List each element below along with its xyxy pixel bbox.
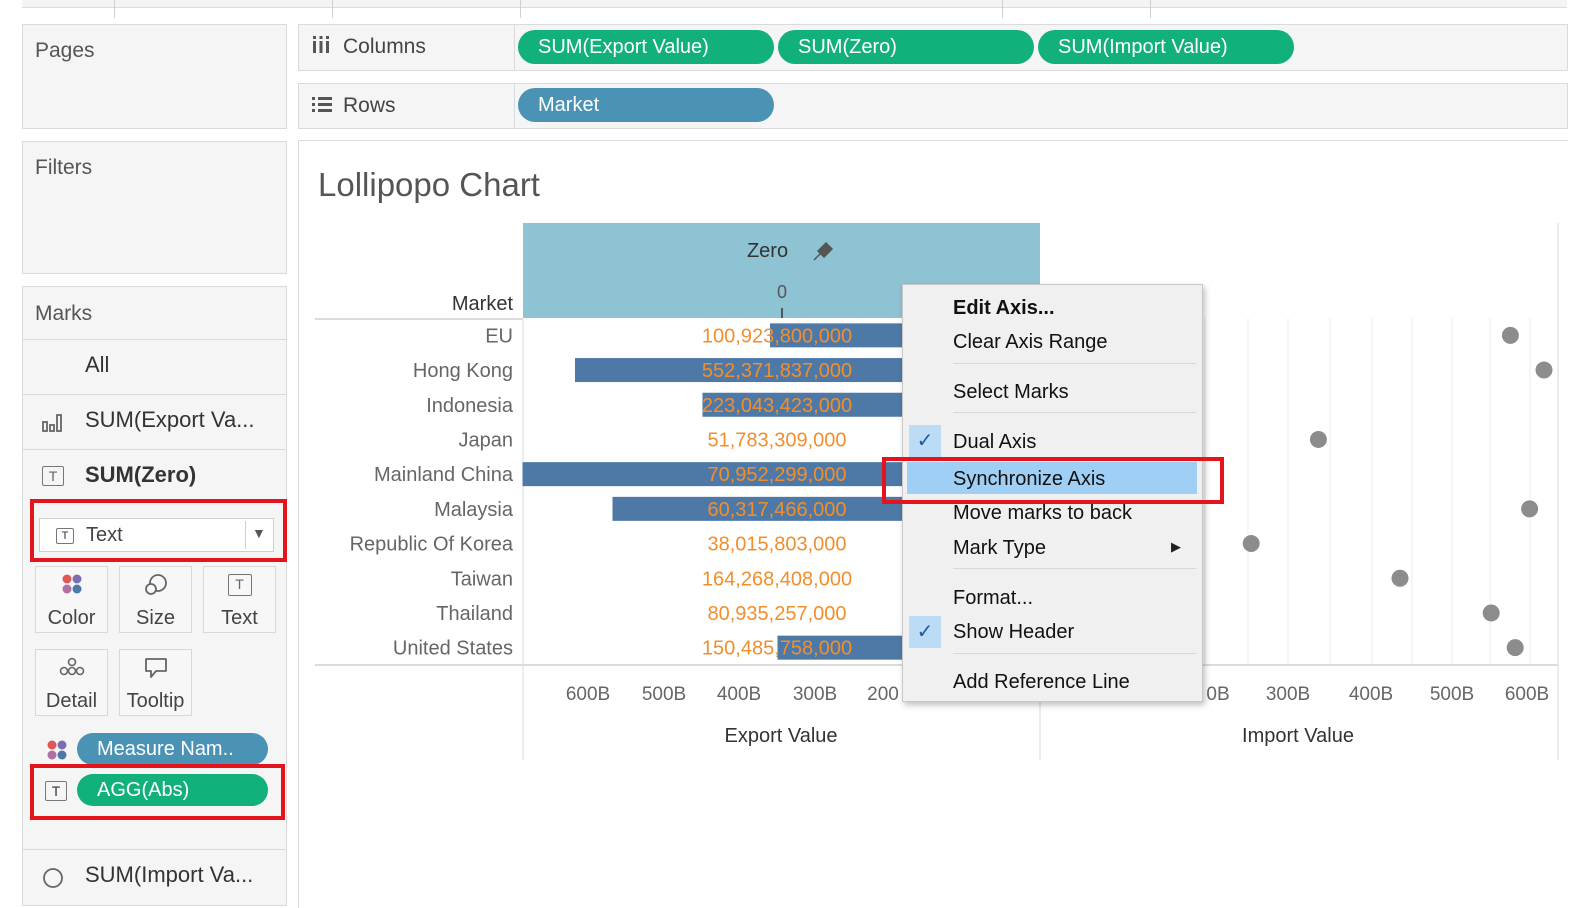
value-label: 80,935,257,000 bbox=[707, 603, 846, 625]
value-label: 223,043,423,000 bbox=[702, 395, 852, 417]
menu-mark-type[interactable]: Mark Type bbox=[953, 537, 1046, 560]
row-label: Republic Of Korea bbox=[350, 534, 514, 556]
value-label: 38,015,803,000 bbox=[707, 534, 846, 556]
value-label: 150,485,758,000 bbox=[702, 638, 852, 660]
menu-clear-axis-range[interactable]: Clear Axis Range bbox=[953, 331, 1108, 354]
export-axis-label: Export Value bbox=[724, 725, 837, 747]
import-dot bbox=[1391, 569, 1409, 587]
menu-dual-axis[interactable]: Dual Axis bbox=[953, 431, 1036, 454]
row-label: Japan bbox=[459, 429, 514, 451]
import-dot bbox=[1506, 639, 1524, 657]
zero-header-label: Zero bbox=[747, 240, 788, 262]
menu-add-reference-line[interactable]: Add Reference Line bbox=[953, 671, 1130, 694]
value-label: 164,268,408,000 bbox=[702, 568, 852, 590]
import-axis-label: Import Value bbox=[1242, 725, 1354, 747]
row-label: Thailand bbox=[436, 603, 513, 625]
value-label: 70,952,299,000 bbox=[707, 464, 846, 486]
import-tick-label: 0B bbox=[1206, 684, 1229, 705]
menu-show-header[interactable]: Show Header bbox=[953, 621, 1074, 644]
import-tick-label: 300B bbox=[1266, 684, 1310, 705]
import-dot bbox=[1501, 326, 1519, 344]
import-dot bbox=[1242, 535, 1260, 553]
row-label: Taiwan bbox=[451, 568, 513, 590]
export-tick-label: 300B bbox=[793, 684, 837, 705]
zero-tick-label: 0 bbox=[777, 282, 787, 302]
menu-edit-axis[interactable]: Edit Axis... bbox=[953, 297, 1055, 320]
value-label: 100,923,800,000 bbox=[702, 325, 852, 347]
check-icon: ✓ bbox=[909, 616, 941, 648]
import-dot bbox=[1482, 604, 1500, 622]
export-tick-label: 500B bbox=[642, 684, 686, 705]
submenu-arrow-icon: ▶ bbox=[1171, 539, 1181, 554]
value-label: 60,317,466,000 bbox=[707, 499, 846, 521]
market-header: Market bbox=[452, 293, 514, 315]
value-label: 51,783,309,000 bbox=[707, 429, 846, 451]
row-label: United States bbox=[393, 638, 513, 660]
import-tick-label: 400B bbox=[1349, 684, 1393, 705]
menu-move-marks-to-back[interactable]: Move marks to back bbox=[953, 502, 1132, 525]
row-label: Indonesia bbox=[426, 395, 514, 417]
highlight-box-synchronize-axis bbox=[882, 457, 1224, 504]
row-label: Hong Kong bbox=[413, 360, 513, 382]
row-label: EU bbox=[485, 325, 513, 347]
import-dot bbox=[1309, 430, 1327, 448]
value-label: 552,371,837,000 bbox=[702, 360, 852, 382]
menu-format[interactable]: Format... bbox=[953, 587, 1033, 610]
row-label: Mainland China bbox=[374, 464, 514, 486]
menu-select-marks[interactable]: Select Marks bbox=[953, 381, 1069, 404]
export-tick-label: 200 bbox=[867, 684, 899, 705]
row-label: Malaysia bbox=[434, 499, 514, 521]
import-tick-label: 500B bbox=[1430, 684, 1474, 705]
import-tick-label: 600B bbox=[1505, 684, 1549, 705]
import-dot bbox=[1535, 361, 1553, 379]
import-dot bbox=[1521, 500, 1539, 518]
lollipop-chart: Zero 0 Market EU 100,923,800,000 Hong Kong 552… bbox=[315, 223, 1559, 760]
check-icon: ✓ bbox=[909, 425, 941, 457]
export-tick-label: 400B bbox=[717, 684, 761, 705]
export-tick-label: 600B bbox=[566, 684, 610, 705]
